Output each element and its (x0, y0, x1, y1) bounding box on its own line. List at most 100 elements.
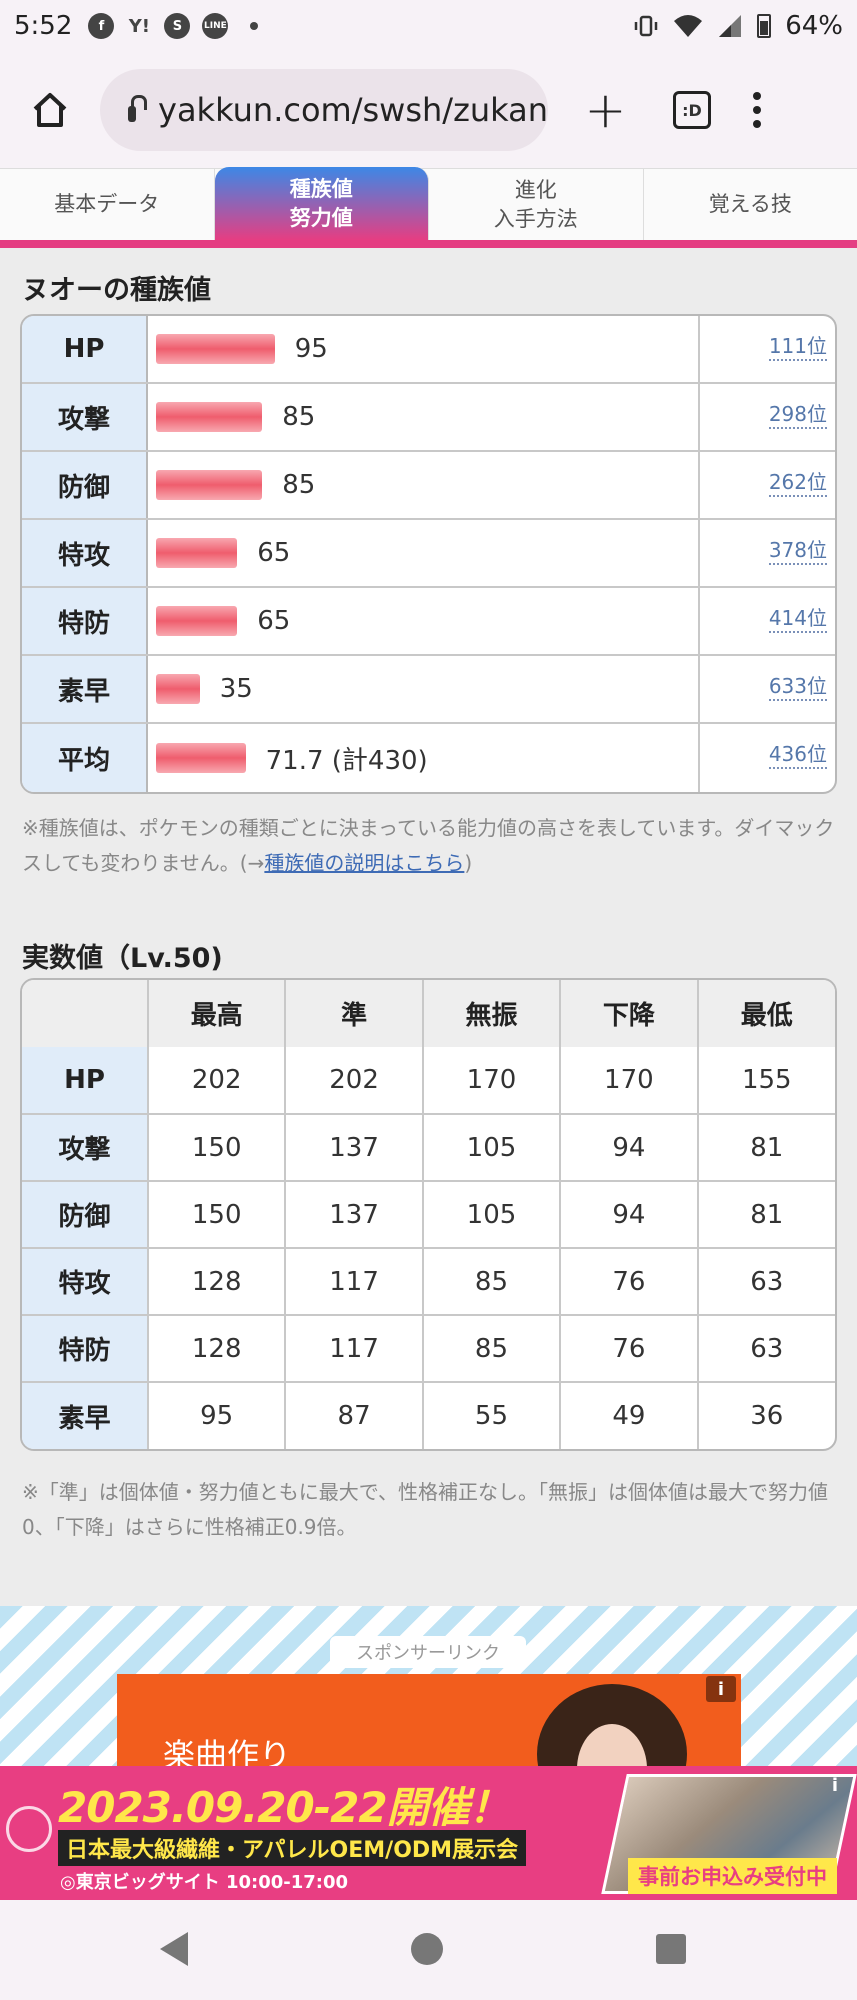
table-cell: 76 (560, 1315, 699, 1383)
table-cell: 202 (148, 1047, 287, 1115)
stat-value: 71.7 (計430) (265, 745, 428, 776)
facebook-icon: f (88, 13, 115, 39)
table-cell: 117 (285, 1315, 424, 1383)
stat-rank-cell: 262位 (700, 452, 835, 518)
battery-icon (757, 14, 772, 38)
row-header: 素早 (22, 1382, 149, 1449)
url-text: yakkun.com/swsh/zukan (158, 91, 548, 129)
bottom-banner-ad[interactable]: 2023.09.20-22開催！ 日本最大級繊維・アパレルOEM/ODM展示会 … (0, 1766, 857, 1900)
stat-value: 95 (294, 334, 328, 364)
table-cell: 63 (697, 1248, 835, 1316)
stat-label: 特防 (22, 588, 148, 654)
stat-rank-link[interactable]: 298位 (768, 398, 827, 429)
stat-bar (156, 674, 200, 704)
stats-explanation-link[interactable]: 種族値の説明はこちら (264, 851, 464, 875)
table-cell: 128 (148, 1248, 287, 1316)
table-cell: 170 (422, 1047, 562, 1115)
stat-bar-cell: 85 (148, 384, 700, 450)
stat-value: 65 (257, 606, 291, 636)
stat-value: 35 (219, 674, 253, 704)
stat-rank-link[interactable]: 436位 (768, 738, 827, 769)
tab-moves[interactable]: 覚える技 (644, 169, 857, 240)
stat-row: 防御 85 262位 (22, 452, 835, 520)
stat-bar (156, 334, 275, 364)
new-tab-button[interactable]: + (548, 81, 663, 139)
stat-rank-cell: 414位 (700, 588, 835, 654)
stat-rank-cell: 298位 (700, 384, 835, 450)
stat-rank-link[interactable]: 378位 (768, 534, 827, 565)
stat-row: 特攻 65 378位 (22, 520, 835, 588)
address-bar[interactable]: yakkun.com/swsh/zukan (100, 69, 548, 151)
column-header: 最低 (697, 980, 835, 1047)
stat-rank-cell: 111位 (700, 316, 835, 382)
more-notifications-icon (250, 22, 259, 30)
tab-label: 覚える技 (708, 192, 792, 217)
table-cell: 150 (148, 1181, 287, 1249)
real-stats-heading: 実数値（Lv.50) (22, 943, 223, 974)
table-cell: 128 (148, 1315, 287, 1383)
stat-rank-link[interactable]: 262位 (768, 466, 827, 497)
table-cell: 87 (285, 1382, 424, 1449)
row-header: 攻撃 (22, 1114, 149, 1182)
menu-button[interactable] (753, 92, 761, 128)
stat-rank-link[interactable]: 414位 (768, 602, 827, 633)
banner-info-icon[interactable]: i (820, 1772, 850, 1798)
tab-switcher-button[interactable]: :D (673, 91, 711, 129)
ad-image[interactable]: 楽曲作り (117, 1674, 741, 1766)
real-stats-note: ※「準」は個体値・努力値ともに最大で、性格補正なし。「無振」は個体値は最大で努力… (22, 1480, 828, 1539)
stat-value: 85 (282, 470, 316, 500)
wifi-icon (674, 15, 703, 37)
stat-rank-link[interactable]: 111位 (768, 330, 827, 361)
row-header: 防御 (22, 1181, 149, 1249)
tab-evolution[interactable]: 進化 入手方法 (429, 169, 644, 240)
home-button[interactable] (0, 90, 100, 130)
table-cell: 170 (560, 1047, 699, 1115)
row-header: HP (22, 1047, 149, 1115)
table-cell: 137 (285, 1181, 424, 1249)
stat-label: 攻撃 (22, 384, 148, 450)
page-tabs: 基本データ 種族値 努力値 進化 入手方法 覚える技 (0, 167, 857, 240)
table-cell: 202 (285, 1047, 424, 1115)
stat-row: 攻撃 85 298位 (22, 384, 835, 452)
real-stats-table: 最高準無振 下降 最低 HP 202 202 170 170 155 攻撃 150 137 105 94… (20, 978, 837, 1451)
base-stats-heading: ヌオーの種族値 (22, 275, 211, 306)
back-icon[interactable] (160, 1932, 188, 1966)
stat-row: 素早 35 633位 (22, 656, 835, 724)
stat-row: HP 95 111位 (22, 316, 835, 384)
column-header: 下降 (560, 980, 699, 1047)
table-cell: 36 (750, 1401, 784, 1431)
table-row: HP 202 202 170 170 155 (22, 1047, 835, 1115)
table-cell: 63 (697, 1315, 835, 1383)
stat-bar-cell: 65 (148, 588, 700, 654)
vibrate-icon (634, 15, 658, 37)
table-row: 素早 95 87 55 49 36 (22, 1382, 835, 1449)
table-cell: 117 (285, 1248, 424, 1316)
column-header: 無振 (422, 980, 562, 1047)
banner-date: 2023.09.20-22開催！ (58, 1783, 511, 1832)
table-cell: 85 (422, 1315, 562, 1383)
banner-logo (6, 1806, 52, 1852)
stat-label: 平均 (22, 724, 148, 792)
stat-label: 素早 (22, 656, 148, 722)
tab-base-stats[interactable]: 種族値 努力値 (214, 167, 429, 240)
recents-icon[interactable] (656, 1934, 686, 1964)
stat-bar (156, 743, 246, 773)
column-header: 準 (285, 980, 424, 1047)
system-nav-bar (0, 1900, 857, 2000)
table-row: 防御 150 137 105 94 81 (22, 1181, 835, 1249)
tab-label: 努力値 (289, 205, 353, 230)
table-row: 特攻 128 117 85 76 63 (22, 1248, 835, 1316)
base-stats-note: ※種族値は、ポケモンの種類ごとに決まっている能力値の高さを表しています。ダイマッ… (22, 811, 842, 881)
table-cell: 150 (148, 1114, 287, 1182)
stat-rank-link[interactable]: 633位 (768, 670, 827, 701)
table-cell: 55 (422, 1382, 562, 1449)
signal-icon (719, 15, 742, 37)
home-nav-icon[interactable] (411, 1933, 443, 1965)
table-cell: 49 (560, 1382, 699, 1449)
stat-row: 平均 71.7 (計430) 436位 (22, 724, 835, 792)
stat-value: 65 (257, 538, 291, 568)
tab-label: 進化 (514, 178, 557, 203)
ad-info-icon[interactable]: i (706, 1676, 736, 1702)
tab-basic-data[interactable]: 基本データ (0, 169, 215, 240)
stat-bar (156, 606, 238, 636)
